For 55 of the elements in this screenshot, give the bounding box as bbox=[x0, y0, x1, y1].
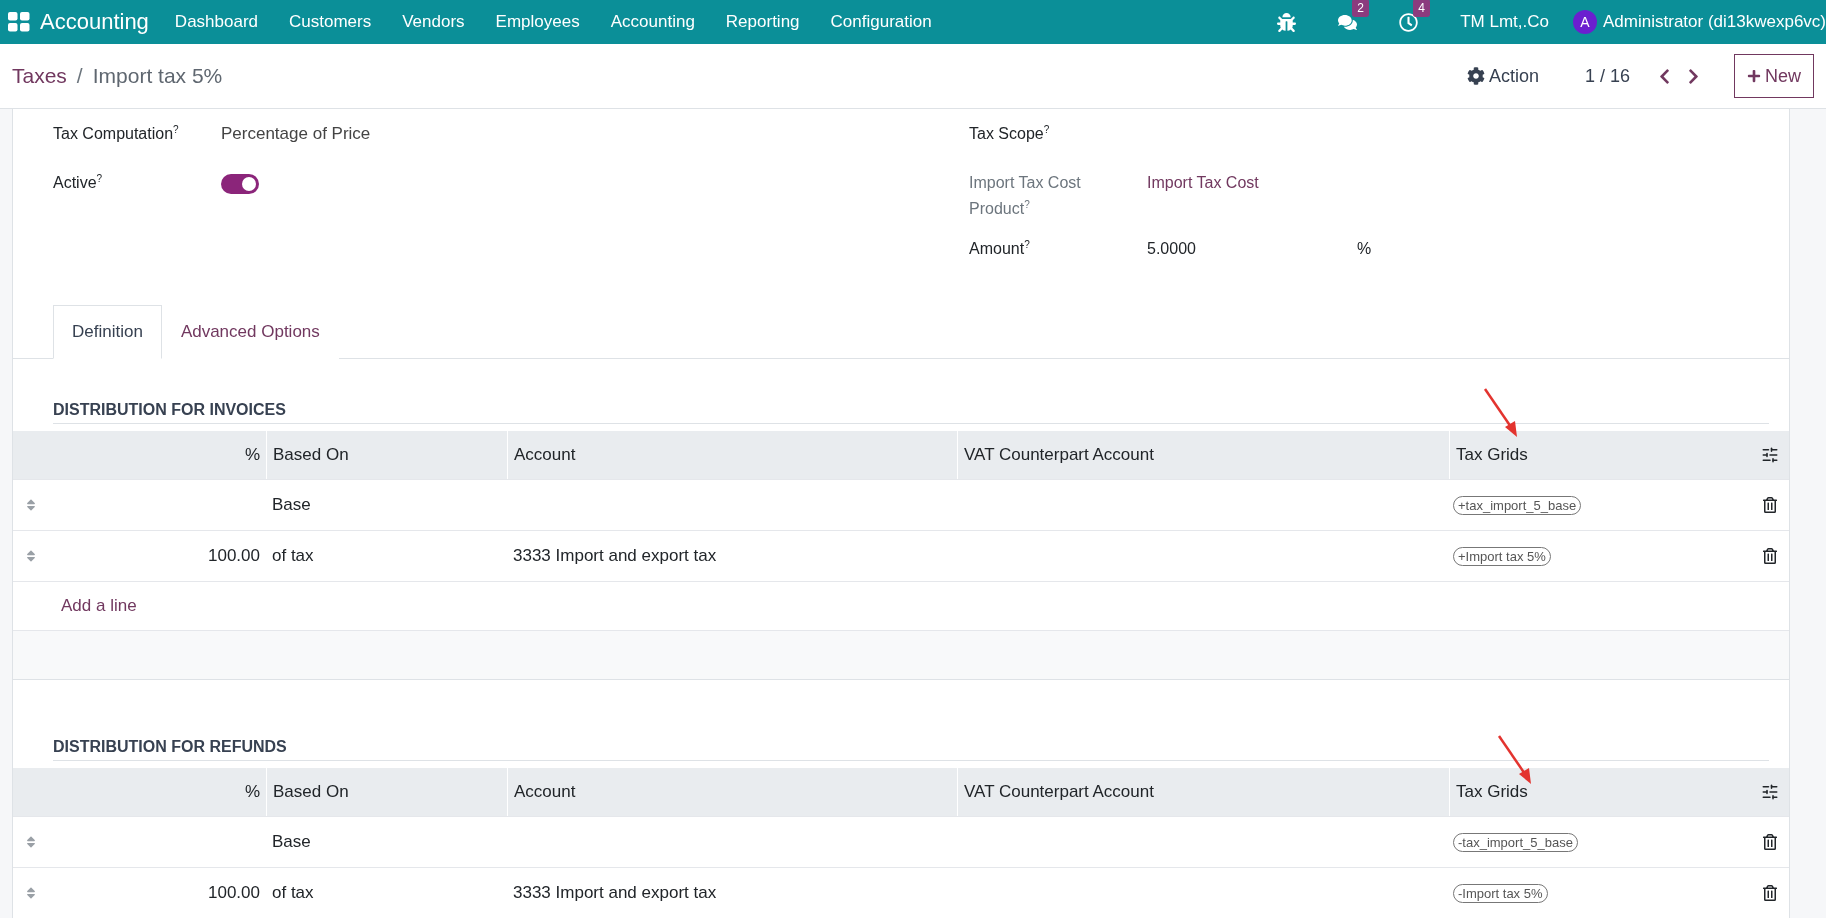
column-header[interactable]: VAT Counterpart Account bbox=[957, 431, 1449, 479]
gear-icon bbox=[1466, 67, 1485, 85]
table-cell-text: Base bbox=[271, 832, 312, 852]
clock-icon[interactable] bbox=[1399, 12, 1419, 32]
app-title: Accounting bbox=[40, 9, 149, 35]
table-cell-text: 3333 Import and export tax bbox=[512, 883, 718, 903]
table-cell-text: of tax bbox=[271, 883, 315, 903]
table-cell-text: Base bbox=[271, 495, 312, 515]
column-header[interactable]: Account bbox=[507, 768, 957, 816]
amount-value: 5.0000 bbox=[1147, 239, 1197, 259]
plus-icon bbox=[1747, 69, 1761, 83]
menu-item[interactable]: Reporting bbox=[725, 12, 800, 32]
column-header[interactable]: % bbox=[49, 768, 266, 816]
breadcrumb-link[interactable]: Taxes bbox=[12, 64, 67, 88]
column-header[interactable]: Based On bbox=[266, 431, 507, 479]
section-title: DISTRIBUTION FOR REFUNDS bbox=[53, 738, 1769, 761]
column-header[interactable]: Based On bbox=[266, 768, 507, 816]
tab[interactable]: Definition bbox=[53, 305, 162, 359]
menu-item[interactable]: Employees bbox=[495, 12, 580, 32]
table-cell-text: 3333 Import and export tax bbox=[512, 546, 718, 566]
menu-item[interactable]: Accounting bbox=[610, 12, 695, 32]
unit-label: % bbox=[1357, 239, 1372, 259]
field-link[interactable]: Import Tax Cost bbox=[1147, 170, 1789, 196]
field-label: Import Tax Cost Product$^{?}$ bbox=[969, 173, 1082, 219]
user-avatar[interactable]: A bbox=[1573, 10, 1598, 34]
field-label: Active$^{?}$ bbox=[53, 171, 104, 193]
menu-item[interactable]: Configuration bbox=[830, 12, 932, 32]
menu-item[interactable]: Customers bbox=[289, 12, 372, 32]
menu-item[interactable]: Vendors bbox=[402, 12, 465, 32]
field-label: Tax Computation$^{?}$ bbox=[53, 122, 180, 144]
field-value: Percentage of Price bbox=[221, 123, 372, 145]
menu-item[interactable]: Dashboard bbox=[174, 12, 259, 32]
table-cell-text: 100.00 bbox=[207, 883, 261, 903]
field-label: Tax Scope$^{?}$ bbox=[969, 122, 1051, 144]
pager-value[interactable]: 1 / 16 bbox=[1584, 65, 1630, 87]
apps-grid-icon[interactable] bbox=[8, 12, 30, 32]
column-header[interactable]: % bbox=[49, 431, 266, 479]
breadcrumb-separator: / bbox=[76, 64, 83, 88]
table-cell-text: 100.00 bbox=[207, 546, 261, 566]
field-label: Amount$^{?}$ bbox=[969, 237, 1031, 259]
bug-icon[interactable] bbox=[1277, 12, 1297, 32]
column-header[interactable]: VAT Counterpart Account bbox=[957, 768, 1449, 816]
action-button[interactable]: Action bbox=[1460, 64, 1545, 88]
user-name[interactable]: Administrator (di13kwexp6vc) bbox=[1603, 12, 1826, 32]
count-badge: 4 bbox=[1413, 0, 1430, 17]
record-title: Import tax 5% bbox=[92, 64, 223, 88]
chat-icon[interactable] bbox=[1338, 12, 1358, 32]
new-button[interactable]: New bbox=[1734, 54, 1814, 98]
toggle-switch[interactable] bbox=[221, 174, 259, 194]
company-name[interactable]: TM Lmt,.Co bbox=[1460, 12, 1550, 32]
section-title: DISTRIBUTION FOR INVOICES bbox=[53, 401, 1769, 424]
count-badge: 2 bbox=[1352, 0, 1369, 17]
add-line-link[interactable]: Add a line bbox=[61, 596, 137, 616]
table-cell-text: of tax bbox=[271, 546, 315, 566]
column-header[interactable]: Account bbox=[507, 431, 957, 479]
